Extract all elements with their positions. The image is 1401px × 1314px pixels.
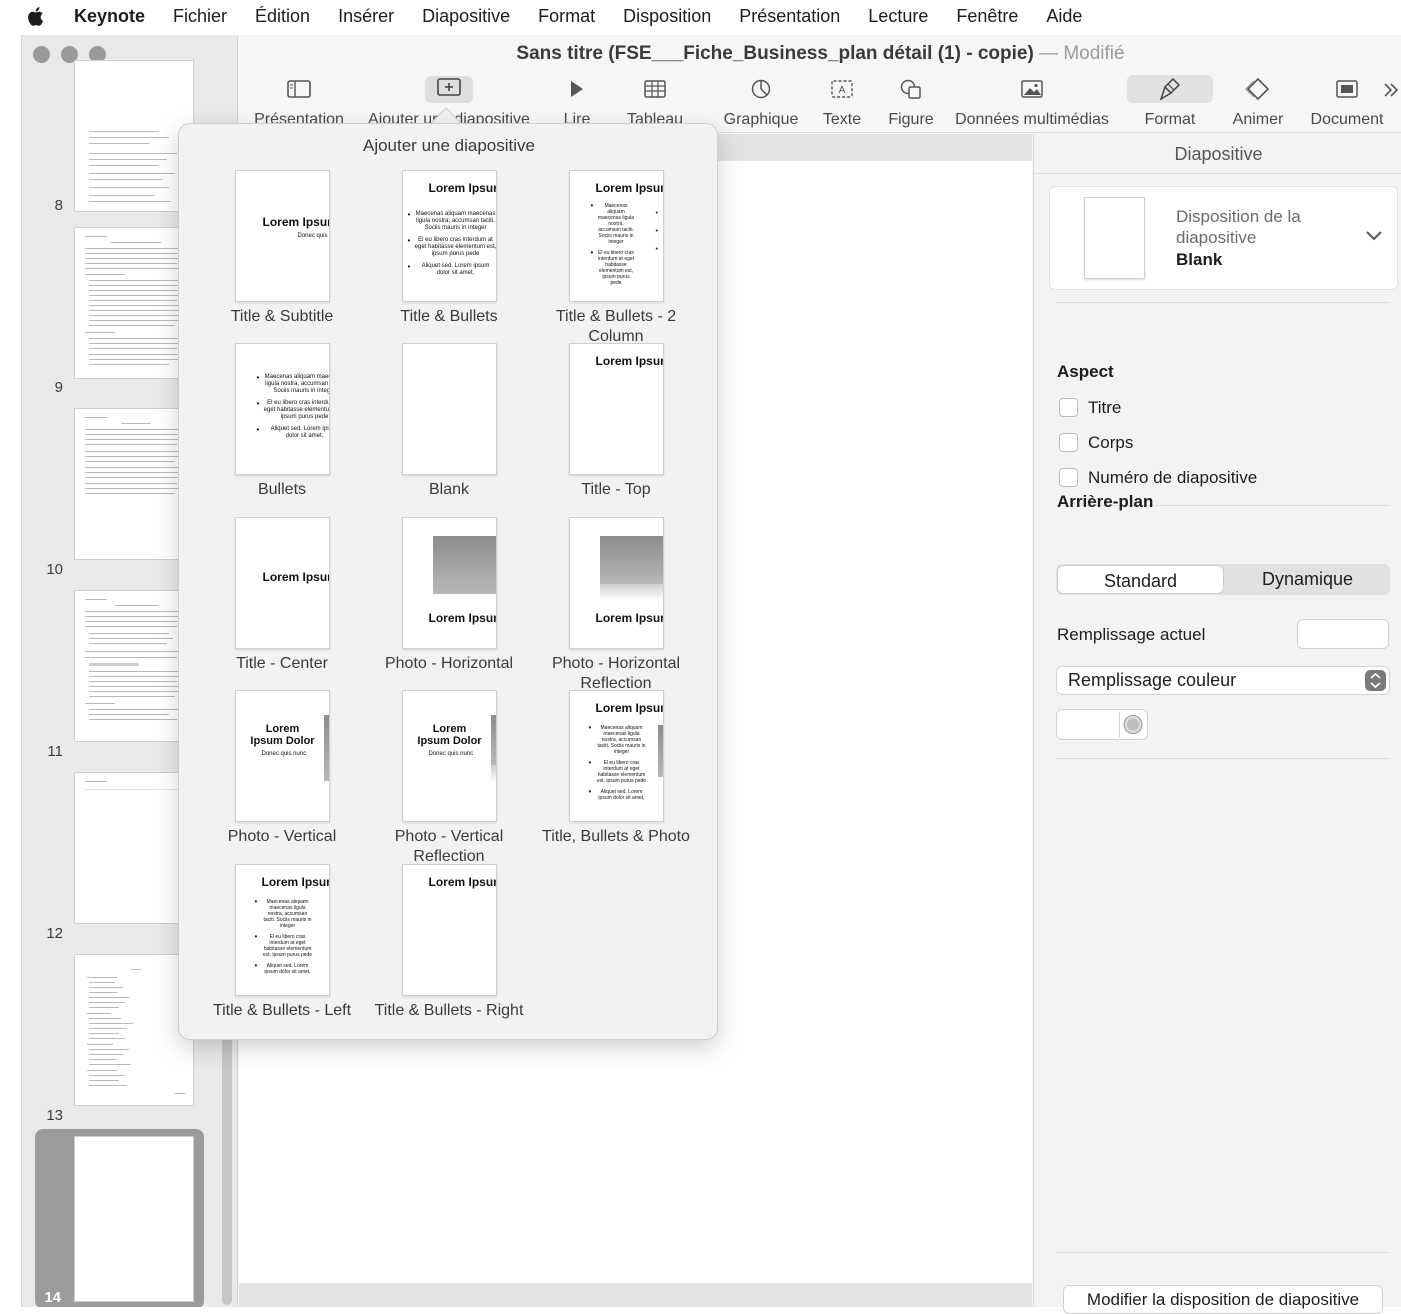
select-arrows-icon [1365, 670, 1386, 691]
animate-icon [1245, 78, 1270, 100]
background-section-title: Arrière-plan [1057, 492, 1154, 511]
apple-icon [28, 7, 44, 26]
apple-menu[interactable] [0, 6, 74, 27]
title-checkbox-label: Titre [1088, 398, 1122, 417]
format-inspector: Diapositive Disposition de la diapositiv… [1033, 134, 1401, 1314]
slide-layout-selector[interactable]: Disposition de la diapositive Blank [1049, 186, 1398, 290]
slide-number-checkbox-label: Numéro de diapositive [1088, 468, 1258, 487]
menu-fenetre[interactable]: Fenêtre [942, 6, 1032, 27]
inspector-header: Diapositive [1034, 134, 1401, 174]
layout-label: Disposition de la diapositive [1176, 207, 1301, 247]
toolbar-play-button[interactable]: Lire [557, 75, 597, 129]
background-segmented-control: Standard Dynamique [1056, 564, 1390, 595]
layout-title-center[interactable]: Lorem Ipsum Title - Center [197, 517, 367, 674]
shape-icon [900, 79, 921, 99]
toolbar-shape-button[interactable]: Figure [883, 75, 939, 129]
format-brush-icon [1160, 78, 1180, 100]
slide-number: 14 [44, 1289, 61, 1306]
menu-fichier[interactable]: Fichier [159, 6, 241, 27]
layout-title-subtitle[interactable]: Lorem Ipsum Donec quis nunc Title & Subt… [197, 170, 367, 327]
fill-type-select[interactable]: Remplissage couleur [1056, 666, 1390, 695]
toolbar-table-button[interactable]: Tableau [623, 75, 687, 129]
layout-bullets[interactable]: Maecenas aliquam maecenas ligula nostra,… [197, 343, 367, 500]
fill-color-well[interactable] [1056, 709, 1148, 740]
toolbar-chart-button[interactable]: Graphique [711, 75, 811, 129]
background-standard-tab[interactable]: Standard [1057, 565, 1224, 594]
layout-title-bullets-right[interactable]: Lorem Ipsum Title & Bullets - Right [364, 864, 534, 1021]
toolbar-text-button[interactable]: A Texte [815, 75, 869, 129]
toolbar-media-button[interactable]: Données multimédias [951, 75, 1113, 129]
document-icon [1336, 80, 1358, 98]
menu-disposition[interactable]: Disposition [609, 6, 725, 27]
body-checkbox-label: Corps [1088, 433, 1134, 452]
menu-lecture[interactable]: Lecture [854, 6, 942, 27]
layout-photo-vertical[interactable]: Lorem Ipsum Dolor Donec quis nunc Photo … [197, 690, 367, 847]
slide-number: 13 [46, 1107, 63, 1124]
layout-blank[interactable]: Blank [364, 343, 534, 500]
menu-app-keynote[interactable]: Keynote [74, 6, 159, 27]
slide-number: 11 [47, 743, 63, 760]
layout-photo-horizontal[interactable]: Lorem Ipsum Photo - Horizontal [364, 517, 534, 674]
slide-thumbnail-14[interactable] [74, 1136, 194, 1302]
modified-status: Modifié [1063, 43, 1125, 64]
layout-preview [1084, 197, 1145, 279]
toolbar-presentation-button[interactable]: Présentation [251, 75, 347, 129]
menu-inserer[interactable]: Insérer [324, 6, 408, 27]
toolbar-format-button[interactable]: Format [1127, 75, 1213, 129]
layout-photo-vertical-reflection[interactable]: Lorem Ipsum Dolor Donec quis nunc Photo … [364, 690, 534, 867]
sidebar-icon [287, 80, 311, 98]
menu-bar: Keynote Fichier Édition Insérer Diaposit… [0, 0, 1401, 33]
play-icon [571, 81, 583, 97]
layout-title-bullets[interactable]: Lorem Ipsum Maecenas aliquam maecenas li… [364, 170, 534, 327]
layout-photo-horizontal-reflection[interactable]: Lorem Ipsum Photo - Horizontal Reflectio… [531, 517, 701, 694]
toolbar: Sans titre (FSE___Fiche_Business_plan dé… [239, 35, 1401, 133]
popover-title: Ajouter une diapositive [362, 136, 535, 155]
table-icon [644, 80, 666, 98]
add-slide-icon [437, 77, 461, 96]
menu-diapositive[interactable]: Diapositive [408, 6, 524, 27]
menu-edition[interactable]: Édition [241, 6, 324, 27]
chevron-double-right-icon [1384, 83, 1399, 97]
chevron-down-icon [1366, 231, 1382, 241]
aspect-section-title: Aspect [1057, 362, 1114, 381]
toolbar-animate-button[interactable]: Animer [1223, 75, 1293, 129]
layout-title-bullets-photo[interactable]: Lorem Ipsum Maecenas aliquam maecenas li… [531, 690, 701, 847]
modify-layout-button[interactable]: Modifier la disposition de diapositive [1063, 1285, 1383, 1314]
current-fill-label: Remplissage actuel [1057, 625, 1206, 644]
menu-format[interactable]: Format [524, 6, 609, 27]
media-icon [1021, 80, 1043, 98]
body-checkbox[interactable] [1059, 433, 1078, 452]
document-title: Sans titre (FSE___Fiche_Business_plan dé… [516, 43, 1125, 64]
toolbar-document-button[interactable]: Document [1303, 75, 1391, 129]
slide-number: 12 [46, 925, 63, 942]
slide-number: 10 [46, 561, 63, 578]
text-icon: A [831, 80, 853, 98]
title-checkbox[interactable] [1059, 398, 1078, 417]
menu-presentation[interactable]: Présentation [725, 6, 854, 27]
background-dynamic-tab[interactable]: Dynamique [1225, 564, 1390, 595]
slide-thumbnail-11[interactable] [74, 590, 194, 742]
current-fill-swatch[interactable] [1297, 619, 1389, 649]
slide-number-checkbox[interactable] [1059, 468, 1078, 487]
layout-title-top[interactable]: Lorem Ipsum Title - Top [531, 343, 701, 500]
layout-title-bullets-left[interactable]: Lorem Ipsum Maecenas aliquam maecenas li… [197, 864, 367, 1021]
close-window-button[interactable] [33, 46, 50, 63]
slide-thumbnail-10[interactable] [74, 408, 194, 560]
svg-text:A: A [839, 85, 846, 96]
layout-title-bullets-2-column[interactable]: Lorem Ipsum Maecenas aliquam maecenas li… [531, 170, 701, 347]
menu-aide[interactable]: Aide [1032, 6, 1096, 27]
slide-number: 9 [54, 379, 63, 396]
navigator-scrollbar[interactable] [222, 1035, 232, 1305]
toolbar-overflow-button[interactable] [1383, 81, 1399, 104]
slide-thumbnail-9[interactable] [74, 227, 194, 379]
slide-thumbnail-12[interactable] [74, 772, 194, 924]
add-slide-popover: Ajouter une diapositive Lorem Ipsum Done… [178, 123, 718, 1040]
layout-value: Blank [1176, 250, 1223, 269]
color-picker-icon [1123, 715, 1143, 734]
slide-number: 8 [54, 197, 63, 214]
slide-thumbnail-13[interactable] [74, 954, 194, 1106]
chart-icon [751, 79, 771, 99]
slide-thumbnail-8[interactable] [74, 60, 194, 212]
